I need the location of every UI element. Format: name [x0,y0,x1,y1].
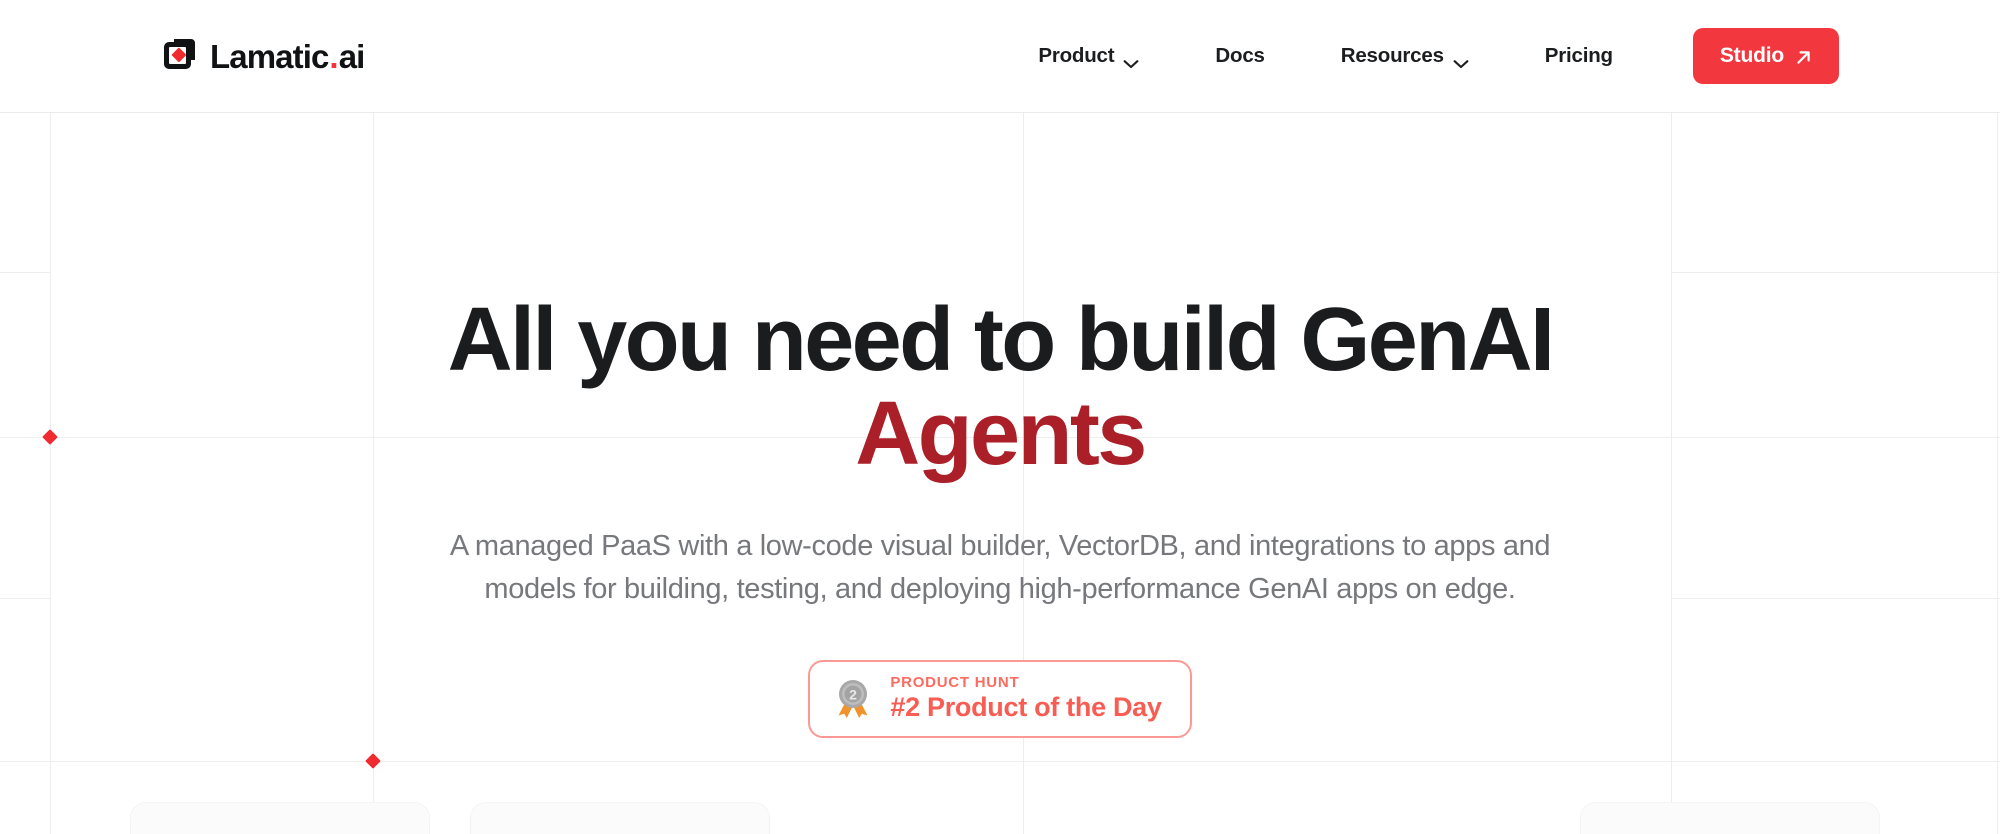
chevron-down-icon [1123,51,1139,69]
lamatic-diamond-logo-icon [161,37,199,75]
hero-title-accent: Agents [855,384,1147,484]
nav-item-pricing[interactable]: Pricing [1545,34,1613,78]
brand-logo-link[interactable]: Lamatic. ai [161,37,366,75]
brand-name-suffix: ai [338,37,366,75]
product-hunt-badge-text: PRODUCT HUNT #2 Product of the Day [890,674,1162,723]
hero-title-line-1: All you need to build GenAI [447,290,1555,390]
hero-subtitle: A managed PaaS with a low-code visual bu… [449,530,1551,605]
nav-item-product[interactable]: Product [1038,34,1139,78]
chevron-down-icon [1453,51,1469,69]
product-hunt-badge[interactable]: 2 PRODUCT HUNT #2 Product of the Day [808,660,1192,739]
brand-name-main: Lamatic [210,37,329,75]
nav-item-resources[interactable]: Resources [1341,34,1469,78]
hero-section: All you need to build GenAI Agents A man… [0,113,2000,834]
nav-item-label: Pricing [1544,44,1613,67]
site-header: Lamatic. ai Product Docs Resources Prici… [0,0,2000,113]
nav-item-label: Docs [1215,44,1265,67]
arrow-up-right-icon [1795,48,1812,65]
nav-item-label: Resources [1340,44,1444,67]
studio-button[interactable]: Studio [1692,28,1839,84]
silver-medal-icon: 2 [832,678,874,720]
studio-button-label: Studio [1719,44,1784,67]
main-navigation: Product Docs Resources Pricing Studio [1038,28,1839,84]
svg-text:2: 2 [849,687,857,703]
nav-item-label: Product [1038,44,1115,67]
nav-item-docs[interactable]: Docs [1215,34,1265,78]
brand-wordmark: Lamatic. ai [210,37,366,75]
product-hunt-headline: #2 Product of the Day [890,692,1162,723]
product-hunt-kicker: PRODUCT HUNT [890,674,1020,692]
landing-page: Lamatic. ai Product Docs Resources Prici… [0,0,2000,834]
brand-name-dot: . [329,37,338,75]
hero-title: All you need to build GenAI Agents [400,295,1600,479]
